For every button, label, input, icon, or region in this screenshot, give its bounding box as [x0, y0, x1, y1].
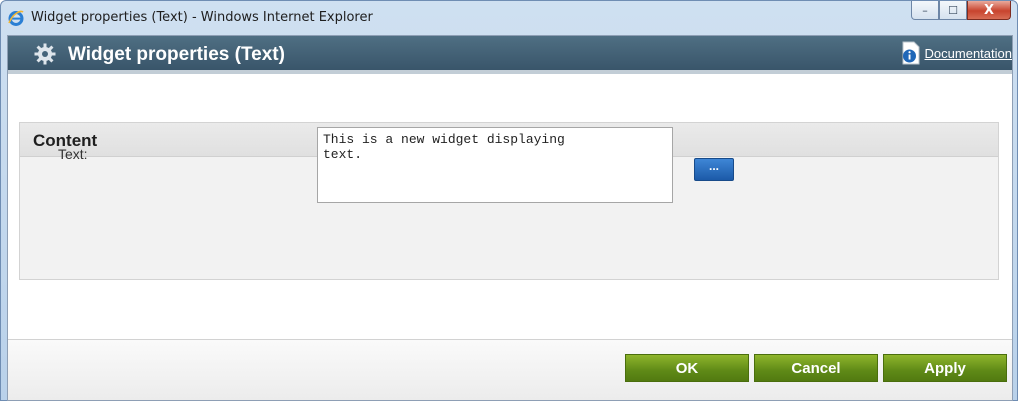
minimize-button[interactable]: –: [911, 1, 939, 20]
maximize-button[interactable]: ☐: [939, 1, 967, 20]
dialog-footer: OK Cancel Apply: [8, 339, 1012, 400]
dialog-header: Widget properties (Text) Documentation: [8, 36, 1012, 74]
ok-button[interactable]: OK: [625, 354, 749, 382]
documentation-area: Documentation: [901, 36, 1012, 70]
window-controls: – ☐ X: [911, 1, 1011, 21]
cancel-button[interactable]: Cancel: [754, 354, 878, 382]
close-button[interactable]: X: [967, 1, 1011, 20]
browser-window: Widget properties (Text) - Windows Inter…: [0, 0, 1018, 401]
text-field-label: Text:: [58, 146, 88, 162]
edit-text-button[interactable]: ...: [694, 158, 734, 181]
documentation-link[interactable]: Documentation: [925, 46, 1012, 61]
dialog-client-area: Widget properties (Text) Documentation C…: [7, 35, 1013, 401]
page-title: Widget properties (Text): [68, 44, 285, 65]
window-title: Widget properties (Text) - Windows Inter…: [31, 10, 373, 25]
apply-button[interactable]: Apply: [883, 354, 1007, 382]
text-field[interactable]: This is a new widget displaying text.: [317, 127, 673, 203]
internet-explorer-icon: [8, 10, 24, 26]
title-bar: Widget properties (Text) - Windows Inter…: [1, 1, 1017, 35]
info-icon[interactable]: [901, 41, 921, 65]
gear-icon: [34, 43, 56, 65]
